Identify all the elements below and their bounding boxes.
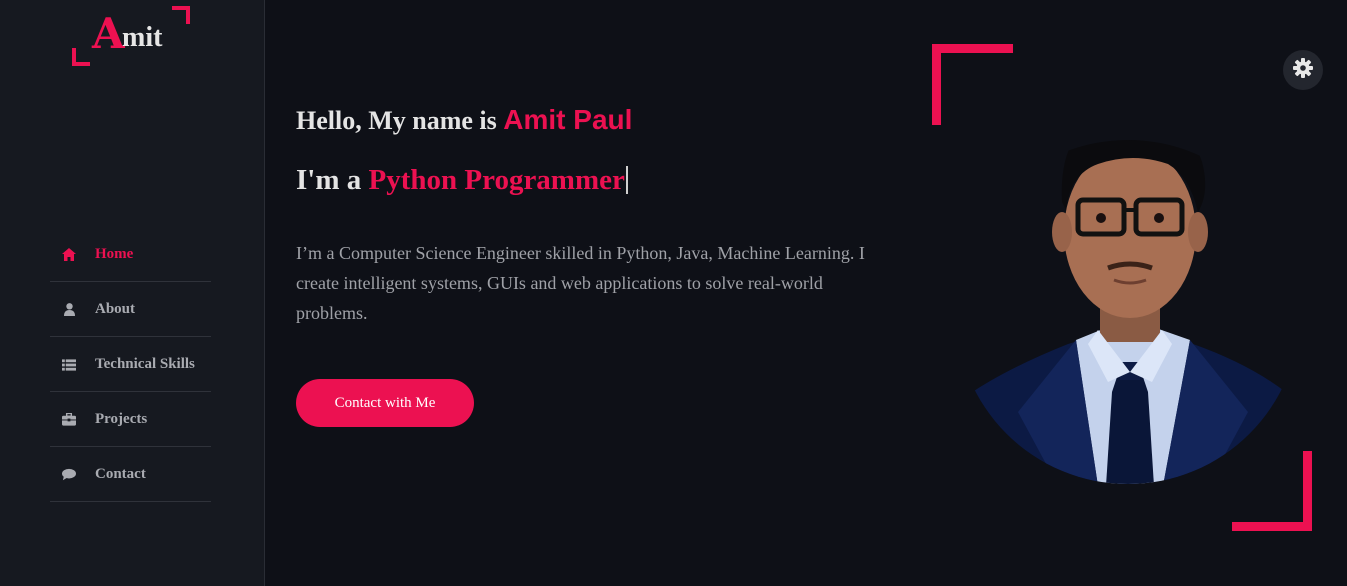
nav-label-projects: Projects bbox=[95, 411, 148, 427]
nav-item-about[interactable]: About bbox=[50, 283, 211, 337]
nav-label-contact: Contact bbox=[95, 466, 146, 482]
nav-item-projects[interactable]: Projects bbox=[50, 393, 211, 447]
gear-icon bbox=[1293, 58, 1313, 82]
nav-item-contact[interactable]: Contact bbox=[50, 448, 211, 502]
profile-photo bbox=[958, 140, 1298, 484]
nav-label-home: Home bbox=[95, 246, 134, 262]
typing-cursor bbox=[625, 166, 628, 194]
logo-corner-top-right bbox=[172, 6, 190, 24]
contact-button[interactable]: Contact with Me bbox=[296, 379, 474, 427]
list-icon bbox=[62, 358, 76, 372]
main-nav: Home About Technical Skills Projects Con… bbox=[50, 228, 211, 502]
briefcase-icon bbox=[62, 413, 76, 427]
hero-description: I’m a Computer Science Engineer skilled … bbox=[296, 243, 865, 323]
logo-text: mit bbox=[122, 22, 163, 53]
logo-initial: A bbox=[92, 9, 125, 58]
sidebar: A mit Home About Technical Skills Projec… bbox=[0, 0, 265, 586]
nav-label-technical-skills: Technical Skills bbox=[95, 356, 195, 372]
role-text: Python Programmer bbox=[368, 164, 625, 196]
comment-icon bbox=[62, 468, 76, 482]
greeting-text: Hello, My name is bbox=[296, 106, 497, 135]
site-logo[interactable]: A mit bbox=[70, 6, 190, 68]
home-icon bbox=[62, 248, 76, 262]
hero-role: I'm a Python Programmer bbox=[296, 164, 628, 197]
nav-item-technical-skills[interactable]: Technical Skills bbox=[50, 338, 211, 392]
main-content: Hello, My name is Amit Paul I'm a Python… bbox=[266, 0, 1347, 586]
hero-greeting: Hello, My name is Amit Paul bbox=[296, 104, 632, 136]
role-prefix: I'm a bbox=[296, 164, 362, 196]
logo-corner-bottom-left bbox=[72, 48, 90, 66]
nav-label-about: About bbox=[95, 301, 136, 317]
hero-name: Amit Paul bbox=[503, 104, 633, 135]
user-icon bbox=[62, 303, 76, 317]
nav-item-home[interactable]: Home bbox=[50, 228, 211, 282]
